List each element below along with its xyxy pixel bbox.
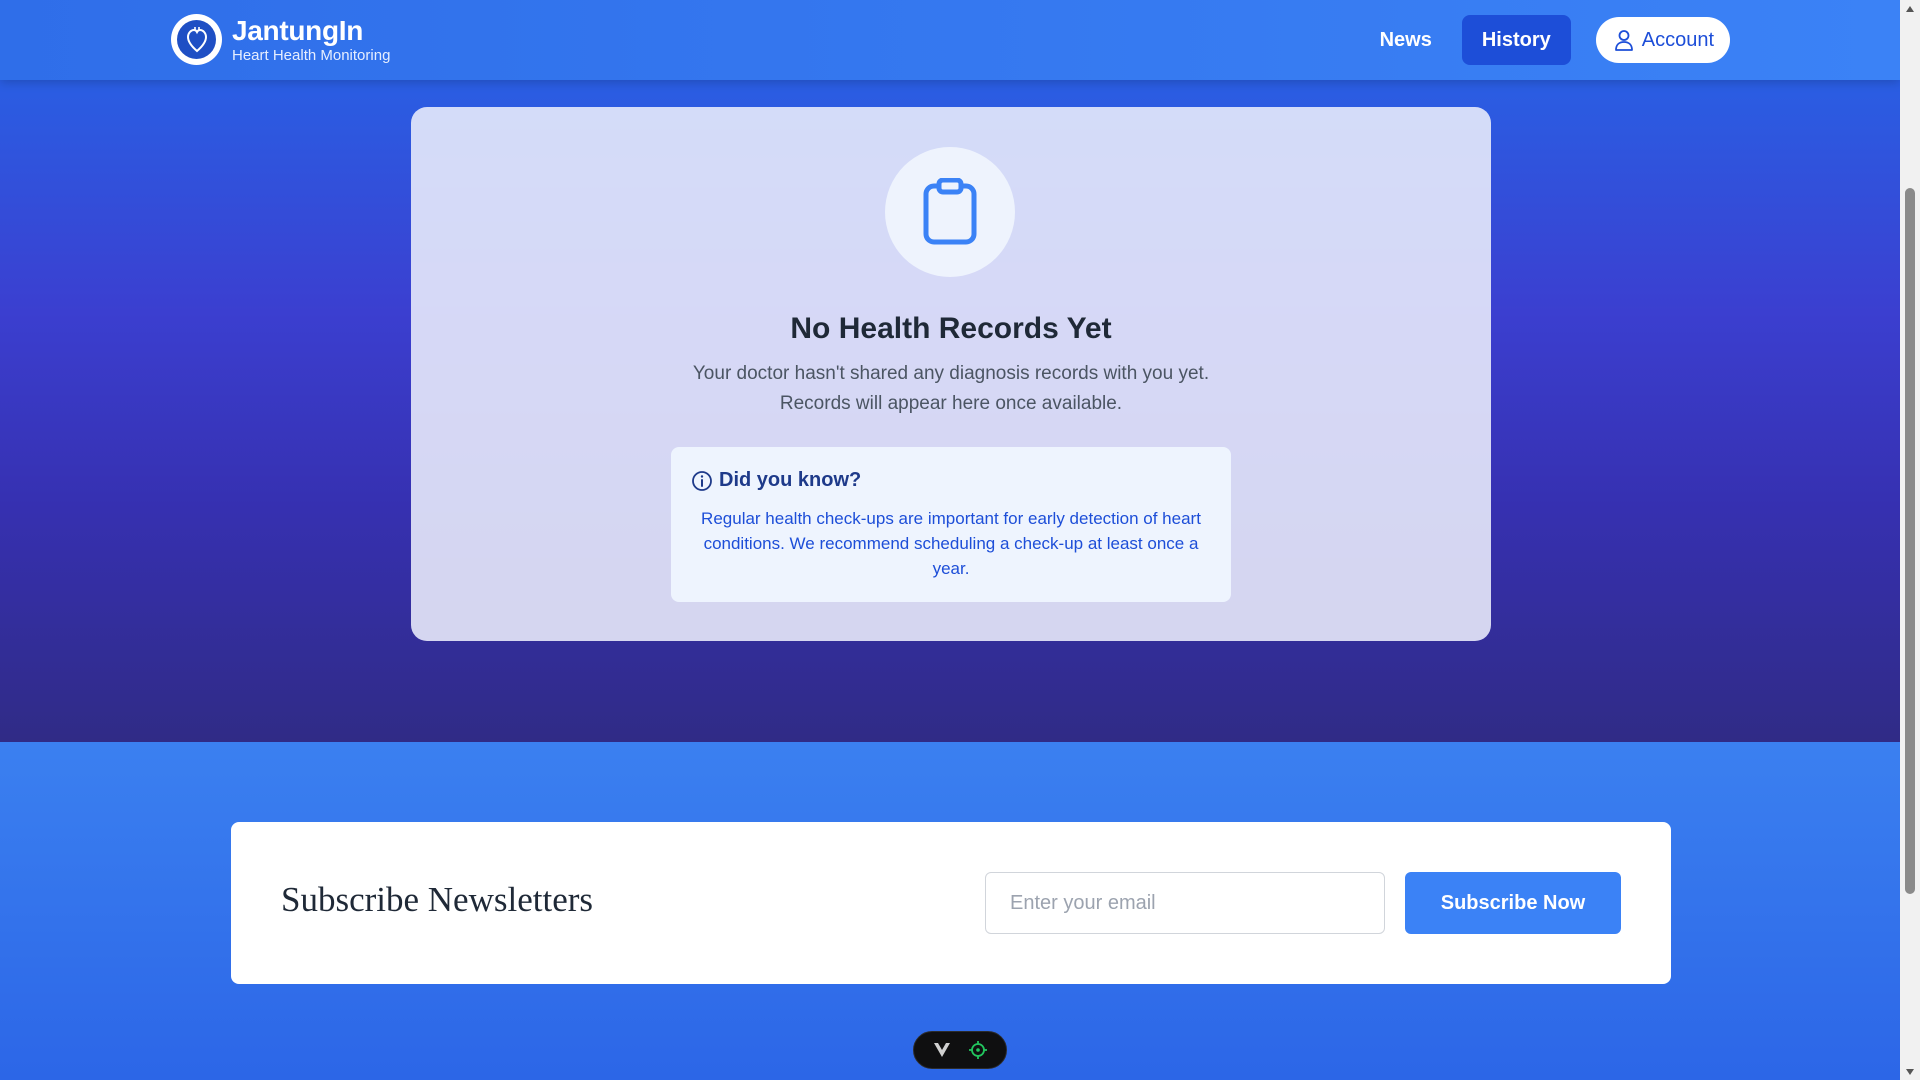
empty-state-title: No Health Records Yet bbox=[790, 312, 1112, 345]
brand-subtitle: Heart Health Monitoring bbox=[232, 46, 391, 64]
account-button[interactable]: Account bbox=[1595, 17, 1730, 63]
scroll-up-arrow-icon[interactable] bbox=[1900, 0, 1920, 17]
empty-state-desc-line1: Your doctor hasn't shared any diagnosis … bbox=[692, 363, 1210, 384]
empty-state-desc-line2: Records will appear here once available. bbox=[779, 393, 1123, 414]
email-input[interactable] bbox=[985, 872, 1385, 934]
user-icon bbox=[1614, 30, 1633, 51]
info-icon bbox=[692, 470, 712, 491]
newsletter-title: Subscribe Newsletters bbox=[281, 880, 594, 919]
page-viewport: JantungIn Heart Health Monitoring News H… bbox=[0, 0, 1900, 1080]
brand-logo[interactable]: JantungIn Heart Health Monitoring bbox=[171, 14, 390, 65]
did-you-know-box: Did you know? Regular health check-ups a… bbox=[671, 447, 1231, 602]
subscribe-button[interactable]: Subscribe Now bbox=[1405, 872, 1621, 934]
nav-news[interactable]: News bbox=[1366, 15, 1446, 65]
main-nav: News History Account bbox=[1366, 15, 1730, 65]
dev-toolbar[interactable] bbox=[913, 1031, 1007, 1069]
clipboard-icon bbox=[885, 147, 1015, 277]
empty-state-description: Your doctor hasn't shared any diagnosis … bbox=[411, 359, 1491, 419]
tip-text: Regular health check-ups are important f… bbox=[701, 509, 1201, 578]
newsletter-section: Subscribe Newsletters Subscribe Now bbox=[0, 742, 1900, 1080]
account-label: Account bbox=[1641, 28, 1714, 51]
history-section: No Health Records Yet Your doctor hasn't… bbox=[0, 80, 1900, 742]
empty-state-card: No Health Records Yet Your doctor hasn't… bbox=[411, 107, 1491, 641]
tip-heading: Did you know? bbox=[691, 469, 1211, 492]
newsletter-card: Subscribe Newsletters Subscribe Now bbox=[231, 822, 1671, 984]
scroll-down-arrow-icon[interactable] bbox=[1900, 1063, 1920, 1080]
heart-logo-icon bbox=[171, 14, 222, 65]
scrollbar-thumb[interactable] bbox=[1905, 188, 1915, 894]
brand-title: JantungIn bbox=[232, 14, 364, 46]
vertical-scrollbar[interactable] bbox=[1900, 0, 1920, 1080]
vue-logo-icon[interactable] bbox=[933, 1042, 951, 1058]
nav-history[interactable]: History bbox=[1461, 15, 1571, 65]
tip-heading-text: Did you know? bbox=[719, 469, 862, 491]
crosshair-icon[interactable] bbox=[968, 1040, 988, 1060]
top-navbar: JantungIn Heart Health Monitoring News H… bbox=[0, 0, 1900, 80]
